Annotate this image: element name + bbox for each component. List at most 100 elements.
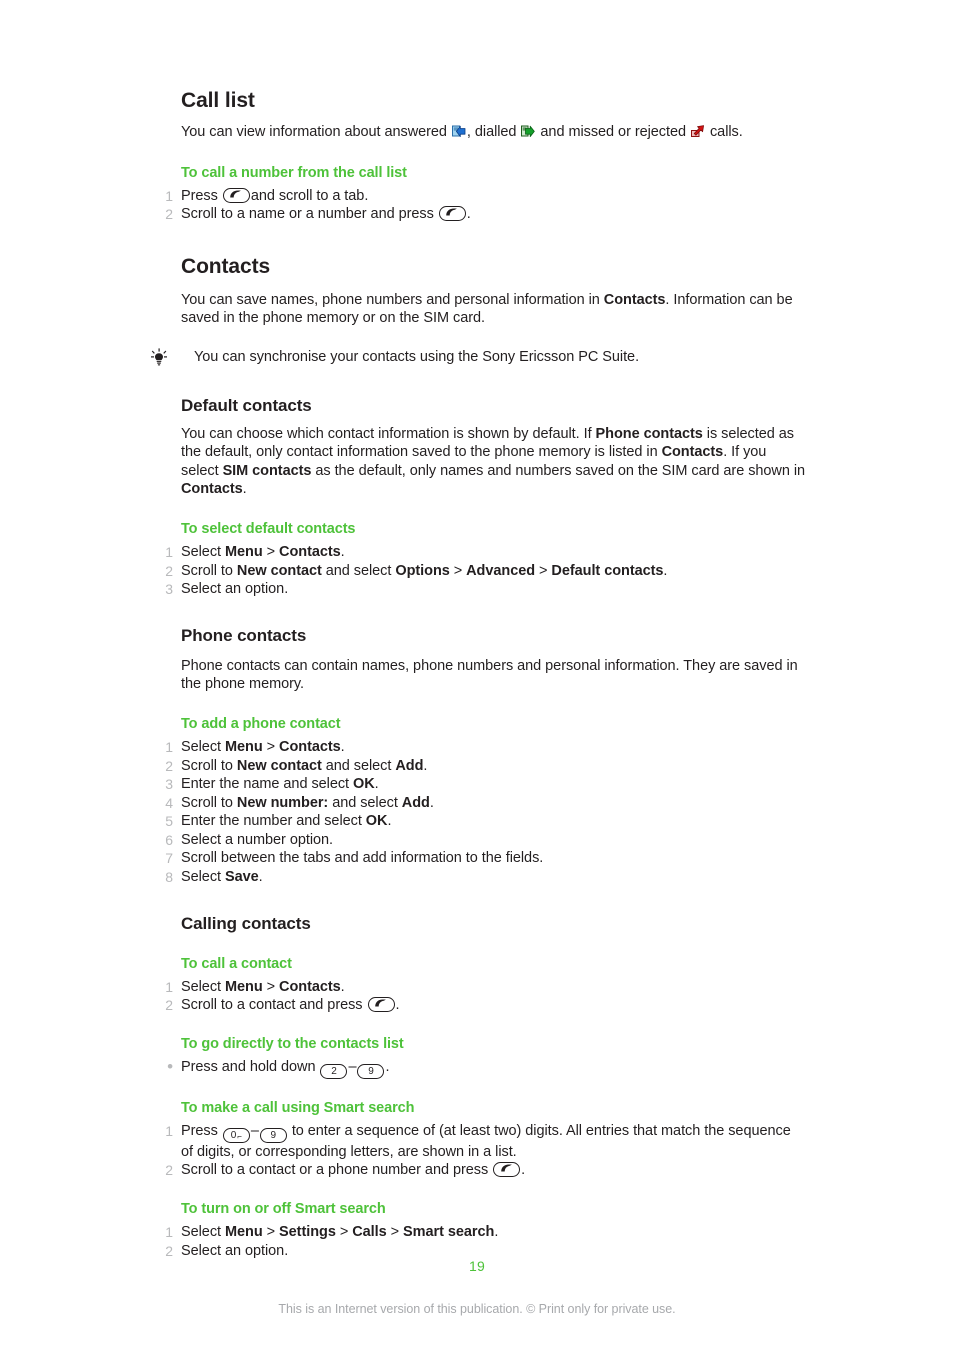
step-number: 1 — [165, 1122, 173, 1139]
step-part: Scroll to — [181, 794, 237, 811]
key-label: 9 — [270, 1129, 277, 1141]
steps-call-a-contact: 1 Select Menu > Contacts. 2 Scroll to a … — [165, 978, 806, 1015]
step-part-bold: Advanced — [466, 562, 536, 579]
step-part: Select an option. — [181, 1242, 289, 1259]
list-item: 2 Scroll to New contact and select Optio… — [165, 562, 806, 581]
list-item: 8 Select Save. — [165, 868, 806, 887]
page-footnote: This is an Internet version of this publ… — [278, 1302, 676, 1316]
step-part: . — [663, 562, 668, 579]
procedure-title-call-a-contact: To call a contact — [181, 955, 292, 972]
key-range-dash: – — [348, 1058, 357, 1075]
heading-calling-contacts: Calling contacts — [181, 913, 311, 933]
tip-row: You can synchronise your contacts using … — [151, 348, 806, 367]
step-part-bold: Save — [224, 869, 259, 886]
list-item: 3 Enter the name and select OK. — [165, 775, 806, 794]
step-part-bold: Menu — [224, 543, 263, 560]
step-number: 1 — [165, 978, 173, 995]
list-item: 6 Select a number option. — [165, 831, 806, 850]
step-part: . — [385, 1058, 390, 1075]
step-number: 2 — [165, 1162, 173, 1179]
call-list-intro: You can view information about answered … — [181, 123, 806, 142]
step-text-b: . — [466, 206, 471, 223]
step-part-bold: New number: — [236, 794, 329, 811]
heading-contacts: Contacts — [181, 254, 271, 278]
step-part: . — [429, 794, 434, 811]
list-item: 3 Select an option. — [165, 580, 806, 599]
step-part-bold: Add — [401, 794, 430, 811]
contacts-intro-bold: Contacts — [603, 291, 666, 308]
step-part: Scroll to a contact and press — [181, 997, 363, 1014]
procedure-title-make-call-using-smart-search: To make a call using Smart search — [181, 1099, 415, 1116]
list-item: 2 Scroll to a contact or a phone number … — [165, 1161, 806, 1180]
step-part: Select an option. — [181, 581, 289, 598]
steps-select-default-contacts: 1 Select Menu > Contacts. 2 Scroll to Ne… — [165, 543, 806, 599]
contacts-intro-a: You can save names, phone numbers and pe… — [181, 291, 604, 308]
step-number: 2 — [165, 562, 173, 579]
step-part-bold: Contacts — [279, 978, 341, 995]
step-part-bold: Options — [395, 562, 450, 579]
procedure-title-call-number-from-call-list: To call a number from the call list — [181, 164, 407, 181]
key-range-dash: – — [250, 1122, 259, 1139]
list-item: 1 Press and scroll to a tab. — [165, 187, 806, 206]
procedure-title-go-directly-to-contacts-list: To go directly to the contacts list — [181, 1035, 404, 1052]
key-label: 9 — [368, 1065, 374, 1077]
list-item: 2 Scroll to New contact and select Add. — [165, 757, 806, 776]
step-part: > — [262, 738, 280, 755]
steps-go-directly-to-contacts-list: • Press and hold down 2–9. — [167, 1058, 806, 1079]
keypad-key-2-icon: 2 — [320, 1063, 348, 1079]
para-part-bold: Contacts — [181, 481, 243, 498]
call-list-intro-d: calls. — [709, 124, 743, 140]
key-zero-mark: ⌐ — [237, 1131, 242, 1141]
step-part: Select a number option. — [181, 831, 333, 848]
phone-contacts-para: Phone contacts can contain names, phone … — [181, 657, 798, 693]
step-part: Enter the number and select — [181, 813, 366, 830]
step-part: . — [395, 997, 400, 1014]
step-part: Select — [181, 543, 225, 560]
step-part-bold: Menu — [224, 738, 263, 755]
list-item: 1 Select Menu > Settings > Calls > Smart… — [165, 1223, 806, 1242]
step-part-bold: New contact — [236, 757, 322, 774]
step-number: 2 — [165, 757, 173, 774]
steps-call-number-from-call-list: 1 Press and scroll to a tab. 2 Scroll to… — [165, 187, 806, 224]
step-part: Scroll to — [181, 562, 237, 579]
step-number: 3 — [165, 776, 173, 793]
step-part: Select — [181, 869, 225, 886]
list-item: 7 Scroll between the tabs and add inform… — [165, 849, 806, 868]
page-number: 19 — [469, 1258, 485, 1274]
step-part: > — [449, 562, 467, 579]
document-page: Call list You can view information about… — [0, 0, 954, 1350]
para-part-bold: Phone contacts — [595, 425, 703, 442]
step-part: . — [423, 757, 428, 774]
step-text-a: Press — [181, 187, 218, 204]
lightbulb-tip-icon — [148, 348, 170, 368]
keypad-key-9-icon: 9 — [259, 1127, 287, 1143]
list-item: • Press and hold down 2–9. — [167, 1058, 806, 1079]
step-part: Enter the name and select — [181, 776, 353, 793]
step-text-a: Scroll to a name or a number and press — [181, 206, 434, 223]
steps-add-phone-contact: 1 Select Menu > Contacts. 2 Scroll to Ne… — [165, 738, 806, 887]
list-item: 1 Select Menu > Contacts. — [165, 543, 806, 562]
step-part-bold: Settings — [279, 1224, 336, 1241]
list-item: 2 Scroll to a contact and press . — [165, 996, 806, 1015]
para-part: as the default, only names and numbers s… — [311, 462, 806, 479]
steps-turn-on-or-off-smart-search: 1 Select Menu > Settings > Calls > Smart… — [165, 1223, 806, 1260]
page-content: Call list You can view information about… — [151, 88, 806, 1260]
step-part: . — [387, 813, 392, 830]
step-part: > — [386, 1224, 404, 1241]
step-number: 2 — [165, 206, 173, 223]
step-part: Scroll to a contact or a phone number an… — [181, 1162, 489, 1179]
step-part: > — [335, 1224, 353, 1241]
procedure-title-add-phone-contact: To add a phone contact — [181, 715, 341, 732]
step-part: . — [521, 1162, 526, 1179]
heading-phone-contacts: Phone contacts — [181, 625, 307, 645]
step-part: > — [262, 543, 280, 560]
tip-text: You can synchronise your contacts using … — [194, 348, 640, 365]
procedure-title-select-default-contacts: To select default contacts — [181, 520, 356, 537]
step-part-bold: Default contacts — [551, 562, 664, 579]
step-part: . — [340, 738, 345, 755]
step-part: and select — [328, 794, 402, 811]
default-contacts-para: You can choose which contact information… — [181, 425, 806, 499]
call-list-intro-b: , dialled — [466, 124, 517, 140]
step-text-b: and scroll to a tab. — [250, 187, 369, 204]
heading-call-list: Call list — [181, 89, 255, 112]
